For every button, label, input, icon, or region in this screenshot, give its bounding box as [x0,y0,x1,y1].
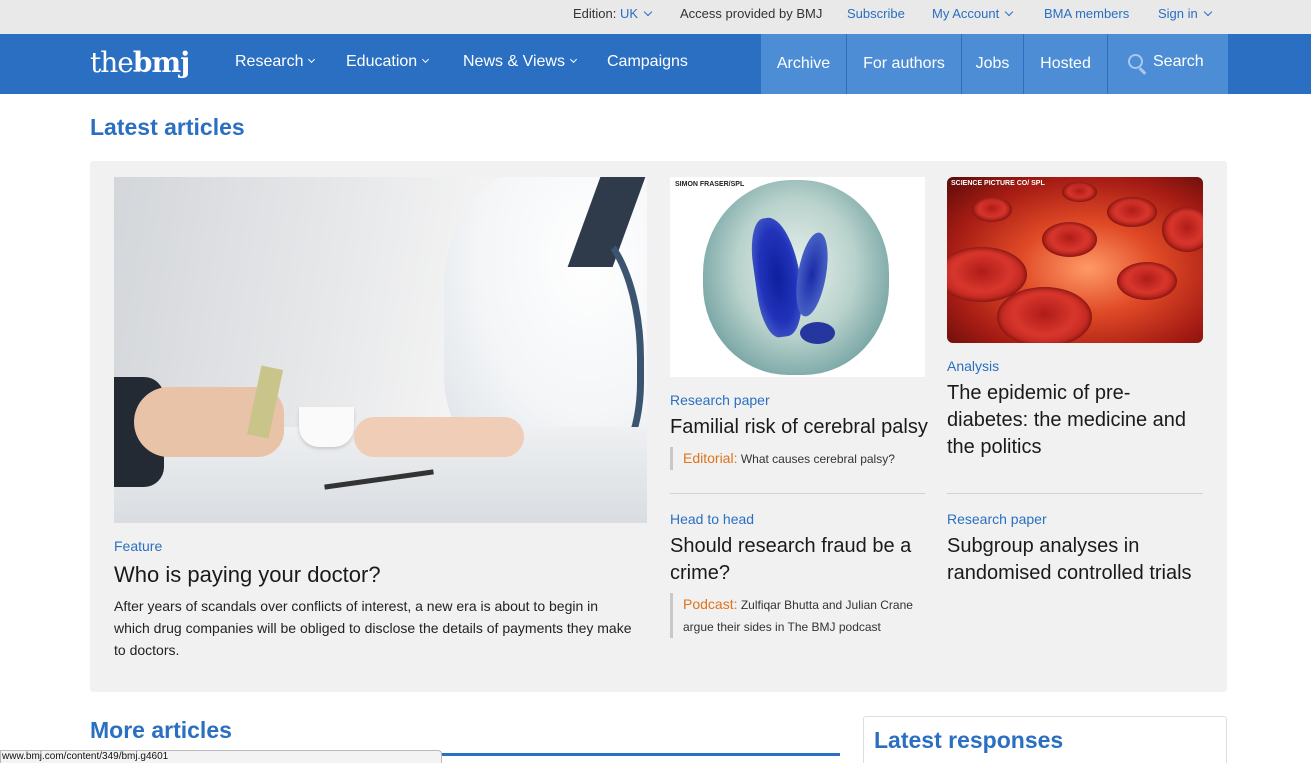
nav-archive[interactable]: Archive [761,34,846,94]
article2-related[interactable]: Editorial: What causes cerebral palsy? [670,447,925,470]
chevron-down-icon [569,55,578,64]
edition-selector[interactable]: Edition: UK [573,6,653,21]
latest-articles-heading: Latest articles [90,114,245,140]
article4-kicker[interactable]: Head to head [670,511,754,527]
article4-title[interactable]: Should research fraud be a crime? [670,533,925,587]
article3-kicker[interactable]: Analysis [947,358,999,374]
article5-kicker[interactable]: Research paper [947,511,1047,527]
nav-education[interactable]: Education [346,53,430,71]
my-account-label: My Account [932,6,1000,21]
chevron-down-icon [1203,7,1212,17]
my-account-menu[interactable]: My Account [932,6,1014,21]
nav-jobs[interactable]: Jobs [962,34,1023,94]
nav-hosted[interactable]: Hosted [1024,34,1107,94]
main-navigation: thebmj Research Education News & Views C… [0,34,1311,94]
nav-news-views-label: News & Views [463,53,565,70]
lead-article-kicker[interactable]: Feature [114,538,162,554]
chevron-down-icon [308,55,316,64]
bma-members-link[interactable]: BMA members [1044,6,1129,21]
sign-in-menu[interactable]: Sign in [1158,6,1212,21]
more-articles-heading: More articles [90,717,232,743]
search-button[interactable]: Search [1108,34,1228,94]
utility-bar: Edition: UK Access provided by BMJ Subsc… [0,0,1311,34]
lead-article-title[interactable]: Who is paying your doctor? [114,561,634,588]
nav-research[interactable]: Research [235,53,316,71]
nav-education-label: Education [346,53,418,70]
image-credit: SIMON FRASER/SPL [675,181,745,188]
sign-in-label: Sign in [1158,6,1198,21]
article3-title[interactable]: The epidemic of pre-diabetes: the medici… [947,380,1203,461]
article2-kicker[interactable]: Research paper [670,392,770,408]
search-label: Search [1153,53,1204,70]
divider [947,493,1203,494]
image-credit: SCIENCE PICTURE CO/ SPL [951,180,1045,187]
lead-article-image[interactable] [114,177,647,523]
latest-responses-box: Latest responses [863,716,1227,763]
subscribe-link[interactable]: Subscribe [847,6,905,21]
bmj-logo[interactable]: thebmj [90,46,190,79]
edition-label: Edition: [573,6,617,21]
access-provided-text: Access provided by BMJ [680,6,823,21]
logo-the: the [90,46,134,79]
nav-campaigns[interactable]: Campaigns [607,53,688,71]
divider [670,493,925,494]
nav-research-label: Research [235,53,304,70]
article4-related[interactable]: Podcast: Zulfiqar Bhutta and Julian Cran… [670,593,925,638]
browser-status-url: www.bmj.com/content/349/bmj.g4601 [0,750,442,763]
article5-title[interactable]: Subgroup analyses in randomised controll… [947,533,1203,587]
pre-diabetes-image[interactable]: SCIENCE PICTURE CO/ SPL [947,177,1203,343]
related-label: Editorial: [683,450,738,466]
related-text: What causes cerebral palsy? [740,452,895,466]
nav-campaigns-label: Campaigns [607,53,688,70]
chevron-down-icon [643,7,653,17]
edition-value: UK [620,6,639,21]
logo-bmj: bmj [132,46,190,79]
chevron-down-icon [1004,7,1014,17]
related-label: Podcast: [683,596,738,612]
nav-for-authors[interactable]: For authors [847,34,961,94]
lead-article-standfirst: After years of scandals over conflicts o… [114,598,632,658]
chevron-down-icon [422,55,430,64]
cerebral-palsy-image[interactable]: SIMON FRASER/SPL [670,177,925,377]
nav-news-views[interactable]: News & Views [463,53,578,71]
search-icon [1128,54,1147,75]
latest-responses-heading: Latest responses [874,727,1064,753]
article2-title[interactable]: Familial risk of cerebral palsy [670,414,930,441]
